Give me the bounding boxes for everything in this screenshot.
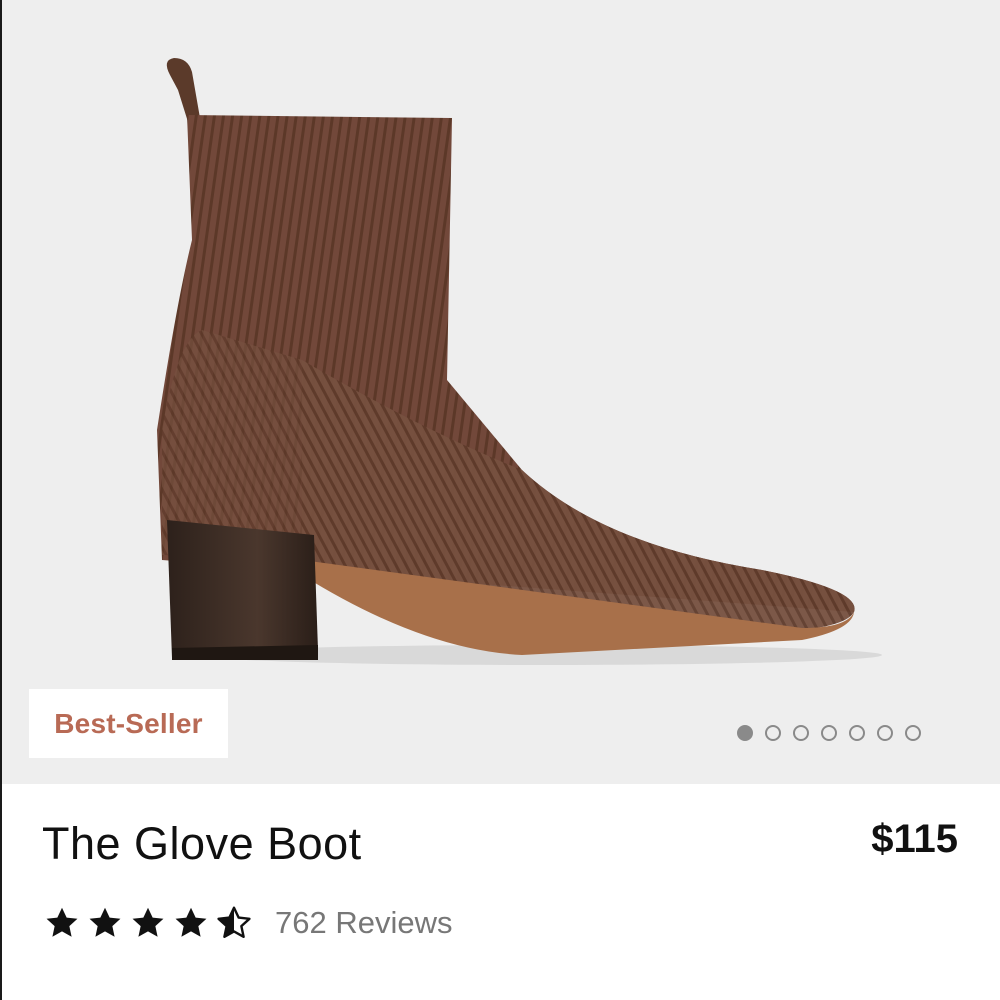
star-icon: [132, 907, 164, 937]
carousel-dot[interactable]: [849, 725, 865, 741]
carousel-dot[interactable]: [765, 725, 781, 741]
star-half-icon: [217, 906, 251, 938]
star-icon: [89, 907, 121, 937]
star-icon: [46, 907, 78, 937]
product-title[interactable]: The Glove Boot: [42, 818, 362, 870]
carousel-dot[interactable]: [821, 725, 837, 741]
badge-label: Best-Seller: [54, 707, 203, 739]
rating-row: 762 Reviews: [44, 905, 452, 941]
boot-illustration: [157, 58, 882, 665]
carousel-indicator: [737, 725, 921, 741]
carousel-dot[interactable]: [737, 725, 753, 741]
product-price: $115: [871, 817, 958, 861]
carousel-dot[interactable]: [793, 725, 809, 741]
carousel-dot[interactable]: [905, 725, 921, 741]
reviews-count-link[interactable]: 762 Reviews: [275, 905, 452, 941]
carousel-dot[interactable]: [877, 725, 893, 741]
star-icon: [175, 907, 207, 937]
product-card[interactable]: Best-Seller The Glove Boot $115 762 Revi…: [0, 0, 1000, 1000]
product-image[interactable]: Best-Seller: [2, 0, 1000, 784]
best-seller-badge: Best-Seller: [29, 689, 228, 758]
